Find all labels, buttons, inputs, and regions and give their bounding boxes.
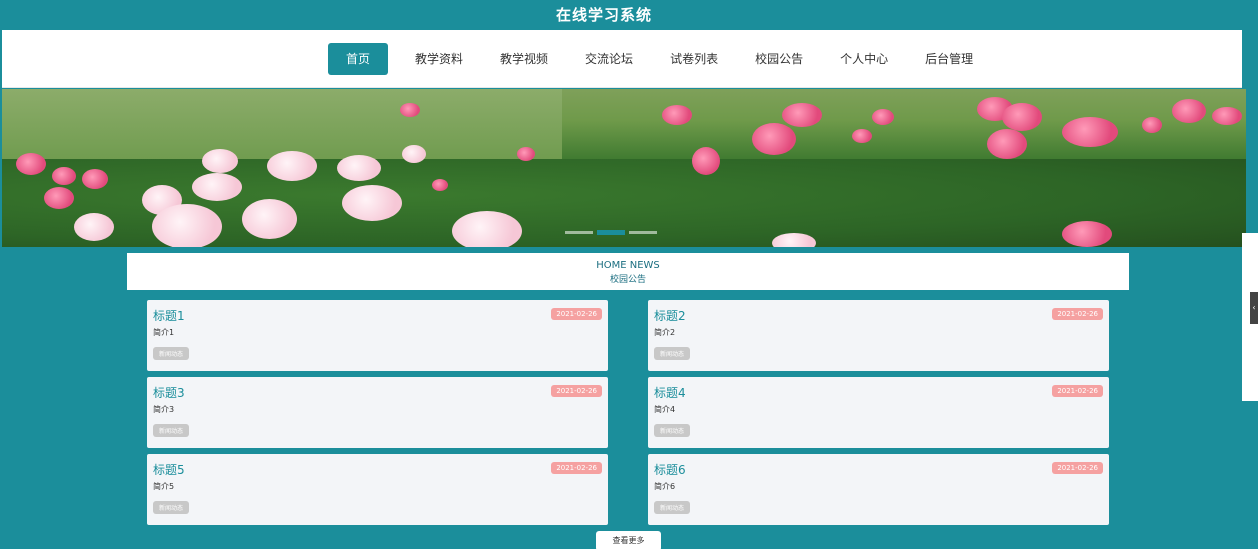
nav-item-teaching-videos[interactable]: 教学视频 [490,43,558,75]
news-card[interactable]: 标题6 2021-02-26 简介6 新闻动态 [648,454,1109,525]
news-title[interactable]: 标题6 [654,461,686,478]
news-brief: 简介2 [654,328,676,337]
banner-flower [692,147,720,175]
carousel-dot[interactable] [565,231,593,234]
banner-flower [987,129,1027,159]
news-card[interactable]: 标题4 2021-02-26 简介4 新闻动态 [648,377,1109,448]
nav-item-announcements[interactable]: 校园公告 [745,43,813,75]
banner-flower [662,105,692,125]
banner-flower [1142,117,1162,133]
news-tag-badge: 新闻动态 [654,347,691,360]
news-tag-badge: 新闻动态 [153,347,190,360]
banner-flower [74,213,114,241]
banner-flower [1212,107,1242,125]
banner-flower [242,199,297,239]
view-more-button[interactable]: 查看更多 [596,531,661,549]
news-brief: 简介6 [654,482,676,491]
banner-flower [752,123,796,155]
news-date-badge: 2021-02-26 [551,462,602,474]
banner-flower [452,211,522,247]
banner-flower [852,129,872,143]
banner-flower [267,151,317,181]
nav-item-exam-list[interactable]: 试卷列表 [660,43,728,75]
banner-flower [402,145,426,163]
banner-flower [192,173,242,201]
banner-flower [52,167,76,185]
nav-item-forum[interactable]: 交流论坛 [575,43,643,75]
banner-flower [432,179,448,191]
news-tag-badge: 新闻动态 [153,501,190,514]
banner-flower [400,103,420,117]
news-date-badge: 2021-02-26 [551,385,602,397]
news-date-badge: 2021-02-26 [1052,308,1103,320]
main-nav: 首页 教学资料 教学视频 交流论坛 试卷列表 校园公告 个人中心 后台管理 [2,30,1242,88]
news-brief: 简介1 [153,328,175,337]
news-card[interactable]: 标题1 2021-02-26 简介1 新闻动态 [147,300,608,371]
banner-flower [772,233,816,247]
carousel-dot-active[interactable] [597,230,625,235]
section-title-en: HOME NEWS [596,260,660,271]
news-tag-badge: 新闻动态 [153,424,190,437]
section-title-cn: 校园公告 [609,275,646,285]
banner-flower [517,147,535,161]
banner-flower [202,149,238,173]
news-date-badge: 2021-02-26 [551,308,602,320]
banner-flower [82,169,108,189]
chevron-left-icon[interactable]: ‹ [1250,292,1258,324]
news-brief: 简介4 [654,405,676,414]
banner-flower [1062,221,1112,247]
news-title[interactable]: 标题2 [654,307,686,324]
news-tag-badge: 新闻动态 [654,501,691,514]
news-brief: 简介5 [153,482,175,491]
nav-item-teaching-materials[interactable]: 教学资料 [405,43,473,75]
banner-flower [872,109,894,125]
banner-flower [44,187,74,209]
carousel-dot[interactable] [629,231,657,234]
nav-items: 首页 教学资料 教学视频 交流论坛 试卷列表 校园公告 个人中心 后台管理 [328,43,1000,75]
banner-flower [152,204,222,247]
carousel-indicators [565,230,657,235]
news-title[interactable]: 标题5 [153,461,185,478]
banner-flower [342,185,402,221]
news-card[interactable]: 标题3 2021-02-26 简介3 新闻动态 [147,377,608,448]
news-tag-badge: 新闻动态 [654,424,691,437]
banner-flower [1002,103,1042,131]
news-section-header: HOME NEWS 校园公告 [127,253,1129,290]
news-card[interactable]: 标题2 2021-02-26 简介2 新闻动态 [648,300,1109,371]
nav-item-personal-center[interactable]: 个人中心 [830,43,898,75]
news-card[interactable]: 标题5 2021-02-26 简介5 新闻动态 [147,454,608,525]
news-brief: 简介3 [153,405,175,414]
news-date-badge: 2021-02-26 [1052,462,1103,474]
banner-flower [16,153,46,175]
site-title: 在线学习系统 [555,6,652,24]
banner-flower [1172,99,1206,123]
news-title[interactable]: 标题3 [153,384,185,401]
news-title[interactable]: 标题1 [153,307,185,324]
banner-flower [337,155,381,181]
top-bar: 在线学习系统 [0,0,1258,30]
banner-flower [782,103,822,127]
nav-item-home[interactable]: 首页 [328,43,389,75]
news-title[interactable]: 标题4 [654,384,686,401]
banner-flower [1062,117,1118,147]
banner-carousel[interactable] [2,89,1246,247]
nav-item-admin[interactable]: 后台管理 [915,43,983,75]
news-date-badge: 2021-02-26 [1052,385,1103,397]
